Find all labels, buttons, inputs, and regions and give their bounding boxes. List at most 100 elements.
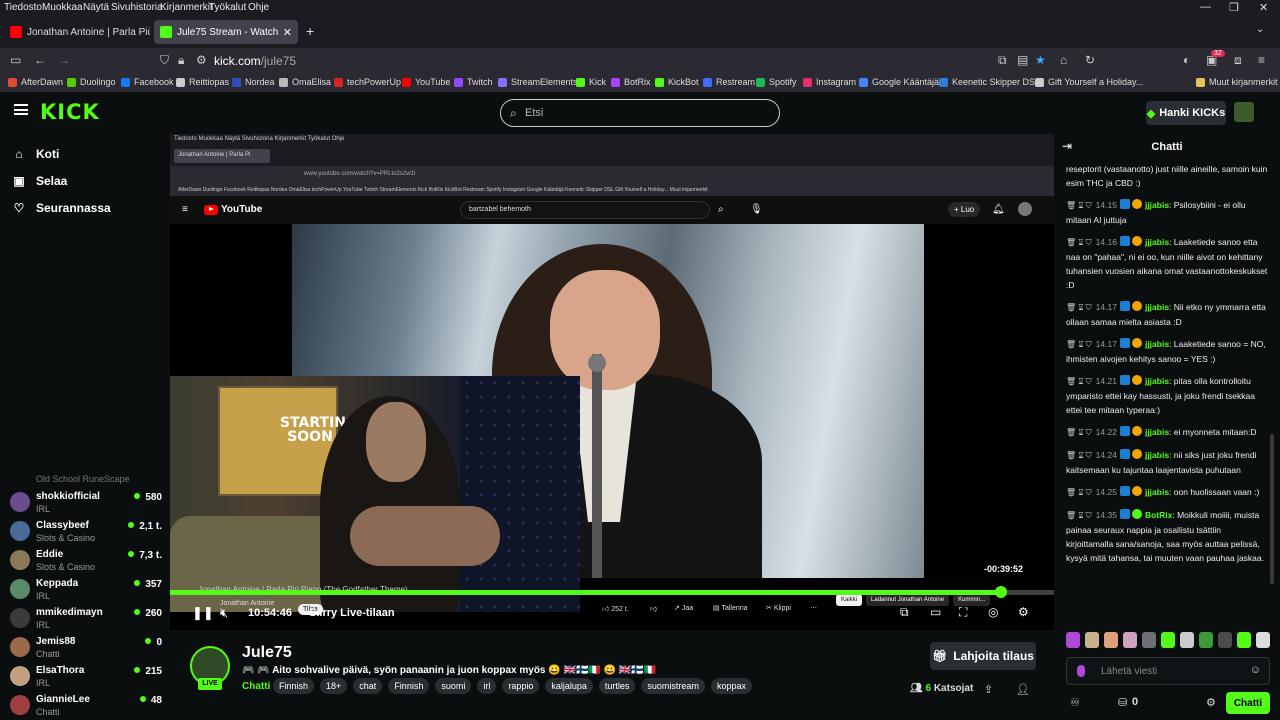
theater-icon[interactable]: ▭ bbox=[930, 605, 941, 619]
menu-history[interactable]: Sivuhistoria bbox=[111, 2, 163, 13]
pause-icon[interactable]: ❚❚ bbox=[192, 605, 214, 621]
emoji-picker-icon[interactable]: ☺ bbox=[1250, 664, 1261, 676]
nav-following[interactable]: ♡ Seurannassa bbox=[12, 201, 111, 215]
tag[interactable]: koppax bbox=[710, 678, 752, 694]
stream-category[interactable]: Chatti bbox=[242, 681, 270, 692]
fullscreen-icon[interactable]: ⛶ bbox=[959, 605, 967, 620]
close-window-icon[interactable]: ✕ bbox=[1259, 1, 1268, 14]
bookmark-item[interactable]: AfterDawn bbox=[8, 77, 63, 87]
bookmark-item[interactable]: Gift Yourself a Holiday... bbox=[1035, 77, 1143, 87]
tag[interactable]: suomistream bbox=[641, 678, 705, 694]
sidebar-channel[interactable]: shokkiofficial IRL 580 bbox=[10, 488, 162, 516]
menu-file[interactable]: Tiedosto bbox=[4, 2, 42, 13]
lock-icon[interactable]: 🔒︎ bbox=[178, 53, 184, 68]
menu-help[interactable]: Ohje bbox=[248, 2, 269, 13]
bookmark-item[interactable]: Google Kääntäjä bbox=[859, 77, 939, 87]
bookmark-item[interactable]: Nordea bbox=[232, 77, 275, 87]
tag[interactable]: suomi bbox=[435, 678, 472, 694]
follow-user-icon[interactable]: 👤︎ bbox=[1016, 683, 1030, 696]
voice-message-icon[interactable] bbox=[1077, 665, 1085, 677]
bookmark-item[interactable]: Duolingo bbox=[67, 77, 116, 87]
bookmark-star-icon[interactable]: ★ bbox=[1035, 53, 1046, 67]
shield-icon[interactable]: ⛉ bbox=[160, 53, 169, 68]
menu-bookmarks[interactable]: Kirjanmerkit bbox=[160, 2, 213, 13]
bookmark-item[interactable]: KickBot bbox=[655, 77, 699, 87]
emote-icon[interactable] bbox=[1142, 632, 1156, 648]
bookmark-item[interactable]: BotRix bbox=[611, 77, 651, 87]
menu-view[interactable]: Näytä bbox=[83, 2, 109, 13]
user-avatar[interactable] bbox=[1234, 102, 1254, 122]
tag[interactable]: irl bbox=[477, 678, 497, 694]
bookmark-item[interactable]: Restream bbox=[703, 77, 755, 87]
reload-icon[interactable]: ↻ bbox=[1085, 53, 1095, 67]
maximize-icon[interactable]: ❐ bbox=[1229, 1, 1239, 14]
channel-avatar[interactable]: LIVE bbox=[190, 646, 230, 690]
gift-subscription-button[interactable]: 🎁︎ Lahjoita tilaus bbox=[930, 642, 1036, 670]
emote-icon[interactable] bbox=[1123, 632, 1137, 648]
sidebar-channel[interactable]: Classybeef Slots & Casino 2,1 t. bbox=[10, 517, 162, 545]
app-menu-icon[interactable]: ≡ bbox=[1258, 53, 1265, 67]
search-input[interactable]: ⌕ Etsi bbox=[500, 99, 780, 127]
tab-list-chevron-icon[interactable]: ⌄ bbox=[1256, 24, 1264, 35]
tag[interactable]: Finnish bbox=[388, 678, 430, 694]
settings-gear-icon[interactable]: ⚙︎ bbox=[1018, 605, 1029, 619]
translate-icon[interactable]: ⧉ bbox=[998, 53, 1007, 68]
channel-name[interactable]: Jule75 bbox=[242, 644, 292, 662]
forward-icon[interactable]: → bbox=[58, 53, 70, 67]
account-icon[interactable]: ◐ bbox=[1183, 53, 1190, 67]
bookmark-item[interactable]: StreamElements bbox=[498, 77, 578, 87]
emote-icon[interactable] bbox=[1237, 632, 1251, 648]
mute-icon[interactable]: 🔇︎ bbox=[220, 605, 228, 621]
tab-kick[interactable]: Jule75 Stream - Watch Live on K ✕ bbox=[154, 20, 298, 44]
bookmark-item[interactable]: Twitch bbox=[454, 77, 493, 87]
sidebar-toggle-icon[interactable]: ▭ bbox=[10, 53, 21, 67]
collapse-chat-icon[interactable]: ⇥ bbox=[1062, 139, 1072, 153]
tag[interactable]: chat bbox=[353, 678, 383, 694]
chat-scrollbar[interactable] bbox=[1270, 434, 1274, 584]
emote-icon[interactable] bbox=[1066, 632, 1080, 648]
tag[interactable]: kaljalupa bbox=[545, 678, 593, 694]
tag[interactable]: Finnish bbox=[273, 678, 315, 694]
extensions-puzzle-icon[interactable]: ⧈ bbox=[1234, 53, 1242, 68]
stream-player[interactable]: Tiedosto Muokkaa Näytä Sivuhistoria Kirj… bbox=[170, 134, 1054, 630]
tag[interactable]: turtles bbox=[598, 678, 636, 694]
bookmark-folder-other[interactable]: Muut kirjanmerkit bbox=[1196, 77, 1278, 87]
url-field[interactable]: kick.com/jule75 bbox=[214, 54, 296, 68]
emote-icon[interactable] bbox=[1256, 632, 1270, 648]
nav-home[interactable]: ⌂ Koti bbox=[12, 147, 59, 161]
get-kicks-button[interactable]: ◆ Hanki KICKs bbox=[1146, 101, 1226, 125]
emote-icon[interactable] bbox=[1085, 632, 1099, 648]
bookmark-item[interactable]: Spotify bbox=[756, 77, 797, 87]
emote-icon[interactable] bbox=[1218, 632, 1232, 648]
close-tab-icon[interactable]: ✕ bbox=[279, 26, 292, 39]
tab-youtube[interactable]: Jonathan Antoine | Parla Più Pia bbox=[4, 20, 150, 44]
sidebar-channel[interactable]: Jemis88 Chatti 0 bbox=[10, 633, 162, 661]
bookmark-item[interactable]: YouTube bbox=[402, 77, 450, 87]
emote-icon[interactable] bbox=[1104, 632, 1118, 648]
clip-icon[interactable]: ⧉ bbox=[900, 605, 909, 620]
sidebar-channel[interactable]: Eddie Slots & Casino 7,3 t. bbox=[10, 546, 162, 574]
send-chat-button[interactable]: Chatti bbox=[1226, 692, 1270, 714]
sidebar-channel[interactable]: Keppada IRL 357 bbox=[10, 575, 162, 603]
points-icon[interactable]: ⛁ bbox=[1118, 696, 1127, 709]
nav-browse[interactable]: ▣ Selaa bbox=[12, 174, 67, 188]
kick-logo[interactable]: KICK bbox=[40, 100, 100, 124]
home-icon[interactable]: ⌂ bbox=[1060, 53, 1067, 67]
tag[interactable]: rappio bbox=[502, 678, 540, 694]
bookmark-item[interactable]: Keenetic Skipper DSL bbox=[939, 77, 1040, 87]
menu-tools[interactable]: Työkalut bbox=[209, 2, 246, 13]
bookmark-item[interactable]: Kick bbox=[576, 77, 606, 87]
back-icon[interactable]: ← bbox=[34, 53, 46, 67]
chat-settings-icon[interactable]: ⚙︎ bbox=[1206, 696, 1216, 709]
new-tab-icon[interactable]: + bbox=[306, 23, 314, 39]
bookmark-item[interactable]: Facebook bbox=[121, 77, 174, 87]
playback-progress-bar[interactable] bbox=[170, 586, 1054, 598]
share-icon[interactable]: ⇪ bbox=[984, 683, 993, 696]
menu-hamburger-icon[interactable] bbox=[14, 104, 28, 115]
infinity-icon[interactable]: ♾︎ bbox=[1070, 696, 1080, 709]
bookmark-item[interactable]: OmaElisa bbox=[279, 77, 331, 87]
emote-icon[interactable] bbox=[1161, 632, 1175, 648]
go-live-button[interactable]: Siirry Live-tilaan bbox=[309, 607, 395, 619]
bookmark-item[interactable]: Reittiopas bbox=[176, 77, 229, 87]
emote-icon[interactable] bbox=[1199, 632, 1213, 648]
